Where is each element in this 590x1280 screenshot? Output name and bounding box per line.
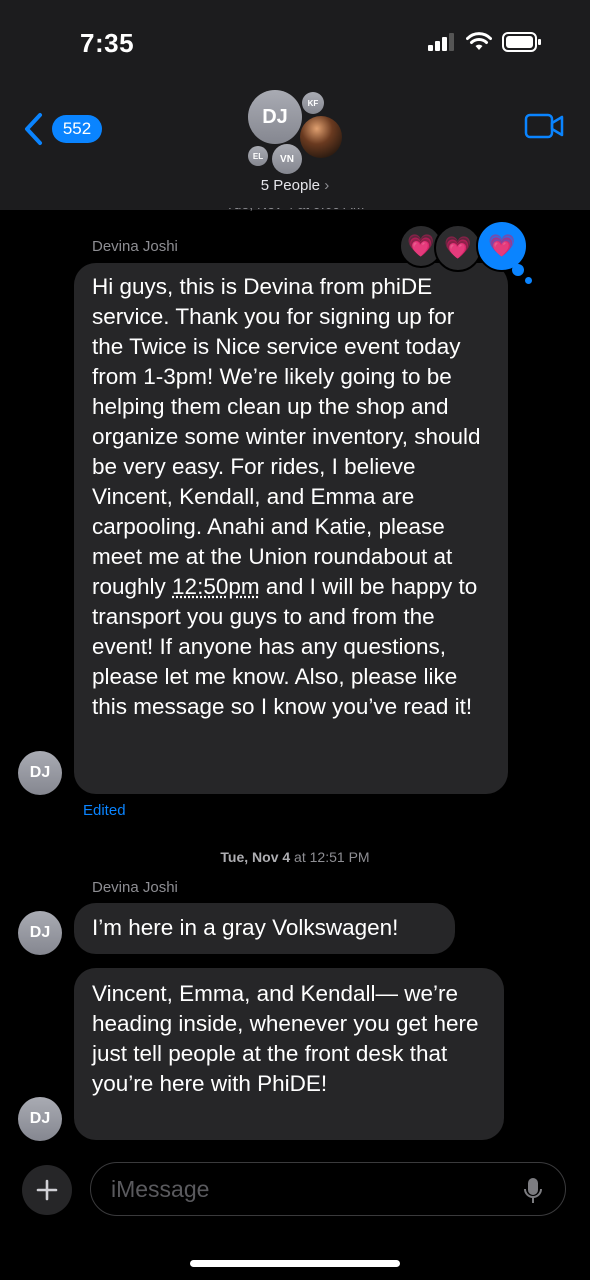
battery-icon <box>502 32 541 52</box>
video-camera-icon <box>524 113 564 139</box>
avatar: EL <box>248 146 268 166</box>
heart-tapback-icon[interactable]: 💗 <box>434 224 482 272</box>
tapback-tail <box>525 277 532 284</box>
timestamp-time: 12:51 PM <box>309 849 370 865</box>
message-bubble[interactable]: Vincent, Emma, and Kendall— we’re headin… <box>74 968 504 1140</box>
timestamp: Tue, Nov 4 at 12:51 PM <box>0 849 590 865</box>
avatar[interactable]: DJ <box>18 911 62 955</box>
avatar: KF <box>302 92 324 114</box>
edited-label[interactable]: Edited <box>83 802 126 819</box>
photo-avatar <box>300 116 342 158</box>
chevron-right-icon: › <box>324 177 330 194</box>
back-button[interactable]: 552 <box>22 112 102 146</box>
avatar[interactable]: DJ <box>18 1097 62 1141</box>
status-icons <box>428 32 542 52</box>
chevron-left-icon <box>25 113 42 145</box>
group-people-text: 5 People <box>260 177 321 194</box>
avatar: DJ <box>248 90 302 144</box>
message-input[interactable]: iMessage <box>90 1162 566 1216</box>
avatar[interactable]: DJ <box>18 751 62 795</box>
microphone-icon[interactable] <box>523 1177 543 1205</box>
avatar: VN <box>272 144 302 174</box>
home-indicator[interactable] <box>190 1260 400 1267</box>
message-bubble[interactable]: I’m here in a gray Volkswagen! <box>74 903 455 954</box>
plus-icon <box>36 1179 58 1201</box>
message-bubble[interactable]: Hi guys, this is Devina from phiDE servi… <box>74 263 508 794</box>
add-attachment-button[interactable] <box>22 1165 72 1215</box>
tapback-tail <box>512 264 524 276</box>
timestamp-day: Tue, Nov 4 <box>220 849 291 865</box>
timestamp-at: at <box>290 849 310 865</box>
sender-name: Devina Joshi <box>92 879 178 896</box>
sender-name: Devina Joshi <box>92 238 178 255</box>
status-bar: 7:35 <box>0 0 590 88</box>
video-call-button[interactable] <box>524 112 564 145</box>
cellular-signal-icon <box>428 33 454 51</box>
group-people-label[interactable]: 5 People › <box>0 177 590 194</box>
time-link[interactable]: 12:50pm <box>172 574 260 599</box>
message-text: Vincent, Emma, and Kendall— we’re headin… <box>92 981 479 1096</box>
message-text: I’m here in a gray Volkswagen! <box>92 915 399 940</box>
message-input-placeholder: iMessage <box>111 1176 210 1202</box>
message-text: Hi guys, this is Devina from phiDE servi… <box>92 274 481 599</box>
unread-count-badge: 552 <box>52 115 102 143</box>
group-avatars[interactable]: DJ KF EL VN <box>242 86 352 176</box>
wifi-icon <box>466 32 492 50</box>
status-time: 7:35 <box>80 28 135 58</box>
conversation-header: 7:35 552 DJ KF EL VN 5 People › <box>0 0 590 210</box>
